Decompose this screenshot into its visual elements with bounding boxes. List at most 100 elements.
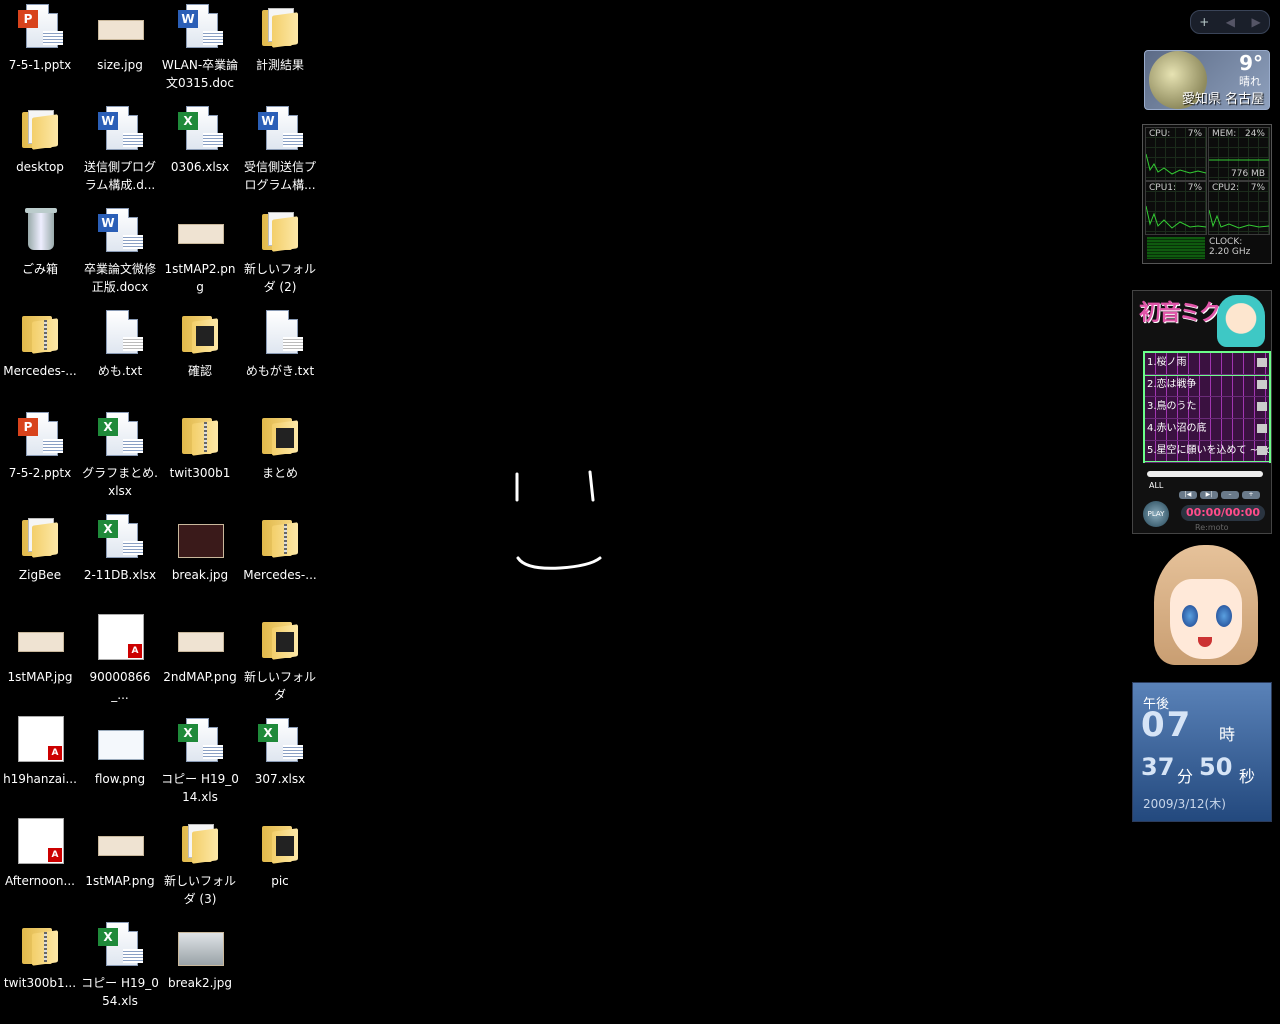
desktop-icon[interactable]: pic (240, 816, 320, 916)
playlist-item[interactable]: 2.恋は戦争 (1145, 375, 1269, 397)
desktop-icon[interactable]: 確認 (160, 306, 240, 406)
desktop-icon[interactable]: ごみ箱 (0, 204, 80, 304)
desktop-icon[interactable]: まとめ (240, 408, 320, 508)
desktop-icon-label: twit300b1 (169, 466, 231, 480)
desktop-icon-label: pic (271, 874, 289, 888)
docx-file-icon: W (256, 104, 304, 152)
desktop-icon-label: h19hanzai... (3, 772, 77, 786)
clock-speed: CLOCK: 2.20 GHz (1209, 237, 1250, 257)
desktop-icon[interactable]: めも.txt (80, 306, 160, 406)
desktop-icon-label: 計測結果 (255, 58, 304, 72)
folder-icon (176, 818, 224, 866)
desktop-icon[interactable]: 新しいフォルダ (3) (160, 816, 240, 916)
play-button[interactable]: PLAY (1143, 501, 1169, 527)
desktop-icon[interactable]: twit300b1... (0, 918, 80, 1018)
word-icon: W (98, 214, 118, 232)
desktop-icon[interactable]: Mercedes-... (240, 510, 320, 610)
desktop-icon[interactable]: X 0306.xlsx (160, 102, 240, 202)
desktop-icon-label: 2-11DB.xlsx (83, 568, 157, 582)
desktop-icon[interactable]: A Afternoon... (0, 816, 80, 916)
desktop-icon[interactable]: Mercedes-... (0, 306, 80, 406)
desktop-icon[interactable]: twit300b1 (160, 408, 240, 508)
weather-gadget[interactable]: 9° 晴れ 愛知県 名古屋 (1144, 50, 1270, 110)
pdf-file-icon: A (16, 818, 64, 866)
desktop-icon[interactable]: ZigBee (0, 510, 80, 610)
system-meter-gadget[interactable]: CPU: 7% MEM: 24% 776 MB CPU1: 7% CPU2: 7… (1142, 124, 1272, 264)
desktop-icon[interactable]: size.jpg (80, 0, 160, 100)
desktop-icon[interactable]: めもがき.txt (240, 306, 320, 406)
character-right-eye (1216, 605, 1232, 627)
desktop-icon[interactable]: Ah19hanzai... (0, 714, 80, 814)
track-time: 00:00/00:00 (1181, 505, 1265, 521)
desktop-icon-label: 7-5-2.pptx (8, 466, 72, 480)
desktop-icon-label: size.jpg (97, 58, 143, 72)
smiley-right-eye (588, 470, 595, 502)
add-gadget-button[interactable]: + (1199, 15, 1209, 29)
playlist-item[interactable]: 1.桜ノ雨 (1144, 352, 1270, 376)
playlist-item[interactable]: 5.星空に願いを込めて ~Go (1145, 441, 1269, 463)
desktop-icon[interactable]: 1stMAP2.png (160, 204, 240, 304)
desktop-icon[interactable]: W 送信側プログラム構成.d... (80, 102, 160, 202)
desktop-icon[interactable]: X コピー H19_054.xls (80, 918, 160, 1018)
clock-date: 2009/3/12(木) (1143, 797, 1226, 811)
desktop-icon-label: 確認 (187, 364, 212, 378)
character-gadget[interactable] (1150, 545, 1262, 670)
desktop-icon-label: 0306.xlsx (170, 160, 230, 174)
clock-minute-label: 分 (1177, 767, 1194, 786)
desktop-icon[interactable]: X 2-11DB.xlsx (80, 510, 160, 610)
docx-file-icon: W (96, 104, 144, 152)
prev-track-button[interactable]: |◀ (1179, 491, 1197, 499)
desktop-icon[interactable]: break.jpg (160, 510, 240, 610)
desktop-icon[interactable]: W WLAN-卒業論文0315.doc (160, 0, 240, 100)
desktop-icon[interactable]: W 受信側送信プログラム構... (240, 102, 320, 202)
desktop-icon[interactable]: X 307.xlsx (240, 714, 320, 814)
desktop-icon-label: 新しいフォルダ (243, 670, 316, 702)
desktop-icon[interactable]: break2.jpg (160, 918, 240, 1018)
desktop-icon[interactable]: desktop (0, 102, 80, 202)
desktop-icon[interactable]: 1stMAP.jpg (0, 612, 80, 712)
volume-slider[interactable] (1147, 471, 1263, 477)
desktop-icon[interactable]: 2ndMAP.png (160, 612, 240, 712)
add-button[interactable]: + (1242, 491, 1260, 499)
desktop-icon[interactable]: flow.png (80, 714, 160, 814)
desktop-icon[interactable]: A 90000866_... (80, 612, 160, 712)
desktop-icon[interactable]: W 卒業論文微修正版.docx (80, 204, 160, 304)
player-controls: |◀ ▶| – + (1179, 491, 1260, 499)
repeat-all-toggle[interactable]: ALL (1149, 481, 1163, 490)
desktop-icon[interactable]: X コピー H19_014.xls (160, 714, 240, 814)
recycle-bin-icon (16, 206, 64, 254)
desktop-icon-label: desktop (16, 160, 64, 174)
next-gadget-button[interactable]: ▶ (1252, 15, 1261, 29)
image-file-icon (96, 716, 144, 764)
desktop-icon-label: ZigBee (18, 568, 62, 582)
desktop-icon[interactable]: P 7-5-2.pptx (0, 408, 80, 508)
folder-icon (16, 104, 64, 152)
stop-button[interactable]: – (1221, 491, 1239, 499)
desktop-icon[interactable]: P 7-5-1.pptx (0, 0, 80, 100)
music-player-gadget[interactable]: 初音ミク 1.桜ノ雨 2.恋は戦争 3.鳥のうた 4.赤い沼の底 5.星空に願いを込めて… (1132, 290, 1272, 534)
next-track-button[interactable]: ▶| (1200, 491, 1218, 499)
sidebar-control: + ◀ ▶ (1190, 10, 1270, 34)
image-file-icon (96, 818, 144, 866)
image-file-icon (176, 206, 224, 254)
desktop-icon[interactable]: 新しいフォルダ (240, 612, 320, 712)
weather-temperature: 9° (1239, 51, 1263, 75)
desktop-icon-label: 1stMAP.jpg (7, 670, 73, 684)
playlist-item[interactable]: 3.鳥のうた (1145, 397, 1269, 419)
desktop-icon[interactable]: X グラフまとめ.xlsx (80, 408, 160, 508)
clock-minute: 37 (1141, 753, 1175, 781)
desktop-icon[interactable]: 新しいフォルダ (2) (240, 204, 320, 304)
playlist-item[interactable]: 4.赤い沼の底 (1145, 419, 1269, 441)
prev-gadget-button[interactable]: ◀ (1226, 15, 1235, 29)
clock-gadget[interactable]: 午後 07 時 37 分 50 秒 2009/3/12(木) (1132, 682, 1272, 822)
pdf-file-icon: A (96, 614, 144, 662)
player-logo: 初音ミク (1139, 301, 1221, 326)
desktop-icon[interactable]: 1stMAP.png (80, 816, 160, 916)
desktop-icon[interactable]: 計測結果 (240, 0, 320, 100)
desktop-icon-label: 受信側送信プログラム構... (243, 160, 316, 192)
word-icon: W (258, 112, 278, 130)
character-left-eye (1182, 605, 1198, 627)
cpu-graph: CPU: 7% (1145, 127, 1207, 181)
cpu2-value: 7% (1250, 183, 1265, 193)
weather-location: 愛知県 名古屋 (1181, 92, 1264, 107)
